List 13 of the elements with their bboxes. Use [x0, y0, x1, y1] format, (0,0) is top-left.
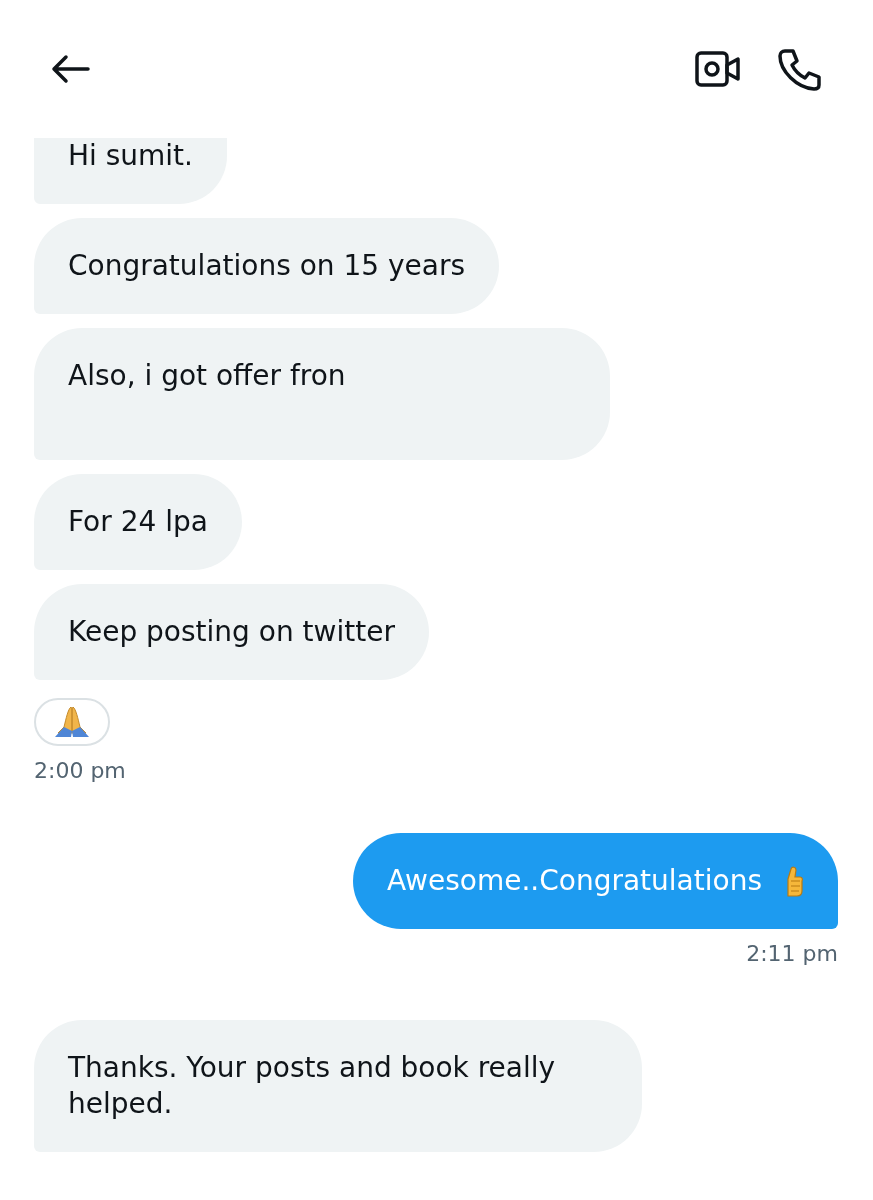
message-text: Awesome..Congratulations: [387, 863, 762, 899]
message-time: 2:00 pm: [34, 758, 126, 783]
message-time: 2:11 pm: [746, 941, 838, 966]
message-text: Congratulations on 15 years: [68, 248, 466, 284]
reaction-pill[interactable]: [34, 698, 110, 746]
message-text: Hi sumit.: [68, 138, 193, 174]
message-text: For 24 lpa: [68, 504, 208, 540]
phone-icon[interactable]: [777, 47, 821, 91]
back-icon[interactable]: [50, 54, 90, 84]
message-text: Also, i got offer fron: [68, 358, 346, 394]
message-text: Thanks. Your posts and book really helped.: [68, 1050, 557, 1122]
message-text: Keep posting on twitter: [68, 614, 395, 650]
video-call-icon[interactable]: [695, 51, 741, 87]
